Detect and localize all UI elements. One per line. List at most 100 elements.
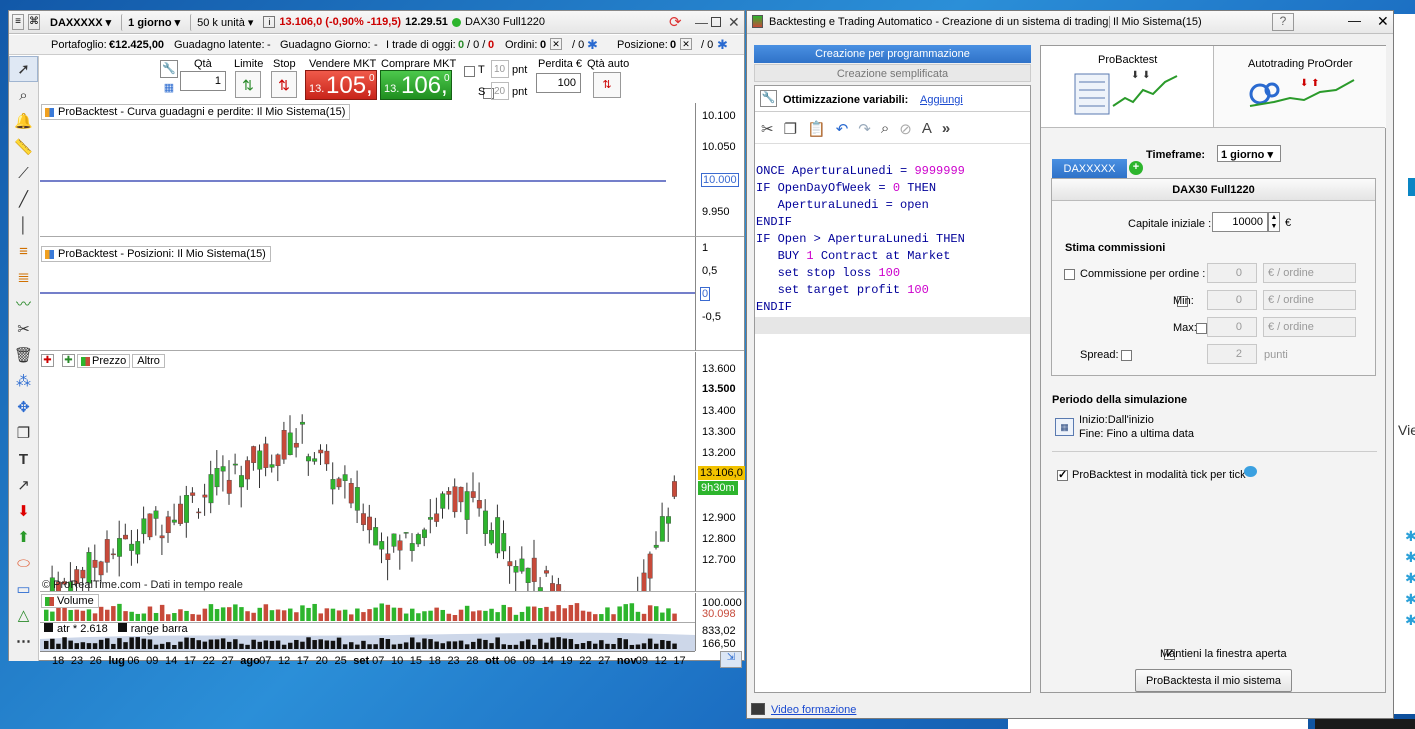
ruler-icon[interactable]: 📏 xyxy=(9,134,38,160)
code-line[interactable]: IF OpenDayOfWeek = 0 THEN xyxy=(755,181,1030,198)
code-line[interactable]: ENDIF xyxy=(755,300,1030,317)
segment-icon[interactable]: ⟋ xyxy=(9,160,38,186)
cut-icon[interactable]: ✂ xyxy=(761,120,774,138)
link-icon[interactable]: ⌘ xyxy=(28,14,40,30)
code-line[interactable]: BUY 1 Contract at Market xyxy=(755,249,1030,266)
loss-input[interactable]: 100 xyxy=(536,73,581,93)
maximize-button[interactable] xyxy=(711,17,721,27)
expand-icon[interactable]: » xyxy=(942,120,950,137)
tick-mode-checkbox[interactable] xyxy=(1057,468,1068,481)
rectangle-icon[interactable]: ▭ xyxy=(9,576,38,602)
s-input[interactable]: 20 xyxy=(491,82,509,100)
code-line[interactable]: AperturaLunedi = open xyxy=(755,198,1030,215)
down-arrow-icon[interactable]: ⬇ xyxy=(9,498,38,524)
redo-icon[interactable]: ↷ xyxy=(858,120,871,138)
cancel-orders-icon[interactable]: ✕ xyxy=(550,38,562,50)
tab-simplified[interactable]: Creazione semplificata xyxy=(754,64,1031,82)
commission-checkbox[interactable] xyxy=(1064,268,1075,280)
close-position-icon[interactable]: ✕ xyxy=(680,38,692,50)
copy-code-icon[interactable]: ❐ xyxy=(784,120,797,138)
tab-autotrading[interactable]: Autotrading ProOrder ⬇ ⬆ xyxy=(1214,46,1386,128)
code-line[interactable]: set stop loss 100 xyxy=(755,266,1030,283)
calendar-icon[interactable]: ▦ xyxy=(1055,418,1074,436)
backtest-title: Backtesting e Trading Automatico - Creaz… xyxy=(769,16,1109,28)
add-instrument-icon[interactable]: + xyxy=(1129,161,1143,175)
t-input[interactable]: 10 xyxy=(491,60,509,78)
code-line[interactable]: ENDIF xyxy=(755,215,1030,232)
search-icon[interactable]: ⌕ xyxy=(881,120,889,137)
tab-programming[interactable]: Creazione per programmazione xyxy=(754,45,1031,63)
stop-order-button[interactable]: ⇅ xyxy=(271,71,297,98)
add-variable-link[interactable]: Aggiungi xyxy=(920,94,963,106)
minimize-button[interactable]: — xyxy=(695,15,708,30)
fib-fan-icon[interactable]: ≣ xyxy=(9,264,38,290)
limit-order-button[interactable]: ⇅ xyxy=(235,71,261,98)
tools-icon[interactable]: ✂ xyxy=(9,316,38,342)
ellipse-icon[interactable]: ⬭ xyxy=(9,550,38,576)
comment-icon[interactable]: ⊘ xyxy=(899,120,912,138)
capital-spinner[interactable]: ▲ ▼ xyxy=(1268,212,1280,232)
arrow-icon[interactable]: ↗ xyxy=(9,472,38,498)
price-tab[interactable]: Prezzo xyxy=(77,354,131,368)
run-backtest-button[interactable]: ProBacktesta il mio sistema xyxy=(1135,669,1292,692)
paste-icon[interactable]: 📋 xyxy=(807,120,826,138)
info-icon[interactable]: i xyxy=(263,16,276,28)
sell-market-button[interactable]: 13. 105, 0 xyxy=(305,70,377,100)
font-size-icon[interactable]: A xyxy=(922,120,932,137)
autoqty-label: Qtà auto xyxy=(587,58,630,70)
price-chart[interactable] xyxy=(40,352,695,592)
up-arrow-icon[interactable]: ⬆ xyxy=(9,524,38,550)
trend-channel-icon[interactable]: 〰 xyxy=(9,290,38,316)
tab-probacktest[interactable]: ProBacktest ⬇ ⬇ xyxy=(1041,46,1214,128)
instrument-select[interactable]: DAXXXXX ▾ xyxy=(44,14,117,31)
backtest-close-button[interactable]: ✕ xyxy=(1377,13,1389,30)
info-bubble-icon[interactable] xyxy=(1244,466,1257,477)
timeframe-select[interactable]: 1 giorno ▾ xyxy=(1217,145,1281,162)
cursor-icon[interactable]: ➚ xyxy=(9,56,38,82)
code-area[interactable]: ONCE AperturaLunedi = 9999999 IF OpenDayO… xyxy=(755,164,1030,317)
move-icon[interactable]: ✥ xyxy=(9,394,38,420)
vertical-line-icon[interactable]: │ xyxy=(9,212,38,238)
copy-icon[interactable]: ❐ xyxy=(9,420,38,446)
help-icon[interactable]: ? xyxy=(1272,13,1294,31)
qty-input[interactable]: 1 xyxy=(180,71,226,91)
fibonacci-icon[interactable]: ≡ xyxy=(9,238,38,264)
other-tab[interactable]: Altro xyxy=(132,354,165,368)
code-line[interactable]: IF Open > AperturaLunedi THEN xyxy=(755,232,1030,249)
video-training-link[interactable]: Video formazione xyxy=(771,704,856,716)
units-select[interactable]: 50 k unità ▾ xyxy=(190,13,259,31)
backtest-minimize-button[interactable]: — xyxy=(1348,13,1361,28)
candle-body xyxy=(653,544,659,548)
remove-panel-icon[interactable]: ✚ xyxy=(41,354,54,367)
line-icon[interactable]: ╱ xyxy=(9,186,38,212)
code-line[interactable]: set target profit 100 xyxy=(755,283,1030,300)
orders-gear-icon[interactable]: ✱ xyxy=(587,37,598,53)
spread-checkbox[interactable] xyxy=(1121,349,1133,361)
add-panel-icon[interactable]: ✚ xyxy=(62,354,75,367)
autoscale-button[interactable]: ⇲ xyxy=(720,651,742,668)
timeframe-select[interactable]: 1 giorno ▾ xyxy=(121,13,186,31)
text-icon[interactable]: T xyxy=(9,446,38,472)
trash-icon[interactable]: 🗑 xyxy=(9,342,38,368)
optimization-icon[interactable]: 🔧 xyxy=(760,90,777,107)
menu-icon[interactable]: ≡ xyxy=(12,14,24,30)
zoom-icon[interactable]: ⌕ xyxy=(9,82,38,108)
alert-bell-icon[interactable]: 🔔 xyxy=(9,108,38,134)
pattern-icon[interactable]: ⁂ xyxy=(9,368,38,394)
video-icon[interactable] xyxy=(751,703,765,715)
position-gear-icon[interactable]: ✱ xyxy=(717,37,728,53)
undo-icon[interactable]: ↶ xyxy=(836,120,849,138)
capital-input[interactable]: 10000 xyxy=(1212,212,1268,232)
triangle-icon[interactable]: △ xyxy=(9,602,38,628)
wrench-icon[interactable]: 🔧 xyxy=(160,60,178,78)
code-line[interactable]: ONCE AperturaLunedi = 9999999 xyxy=(755,164,1030,181)
calculator-icon[interactable]: ▦ xyxy=(160,80,178,98)
refresh-icon[interactable]: ⟳ xyxy=(669,13,682,31)
max-checkbox[interactable] xyxy=(1196,322,1208,334)
close-button[interactable]: ✕ xyxy=(728,14,740,31)
autoqty-button[interactable]: ⇅ xyxy=(593,72,621,98)
more-tools-icon[interactable]: ⋯ xyxy=(9,628,38,654)
buy-market-button[interactable]: 13. 106, 0 xyxy=(380,70,452,100)
t-checkbox[interactable] xyxy=(464,65,475,77)
instrument-tab[interactable]: DAXXXXX xyxy=(1052,159,1127,178)
